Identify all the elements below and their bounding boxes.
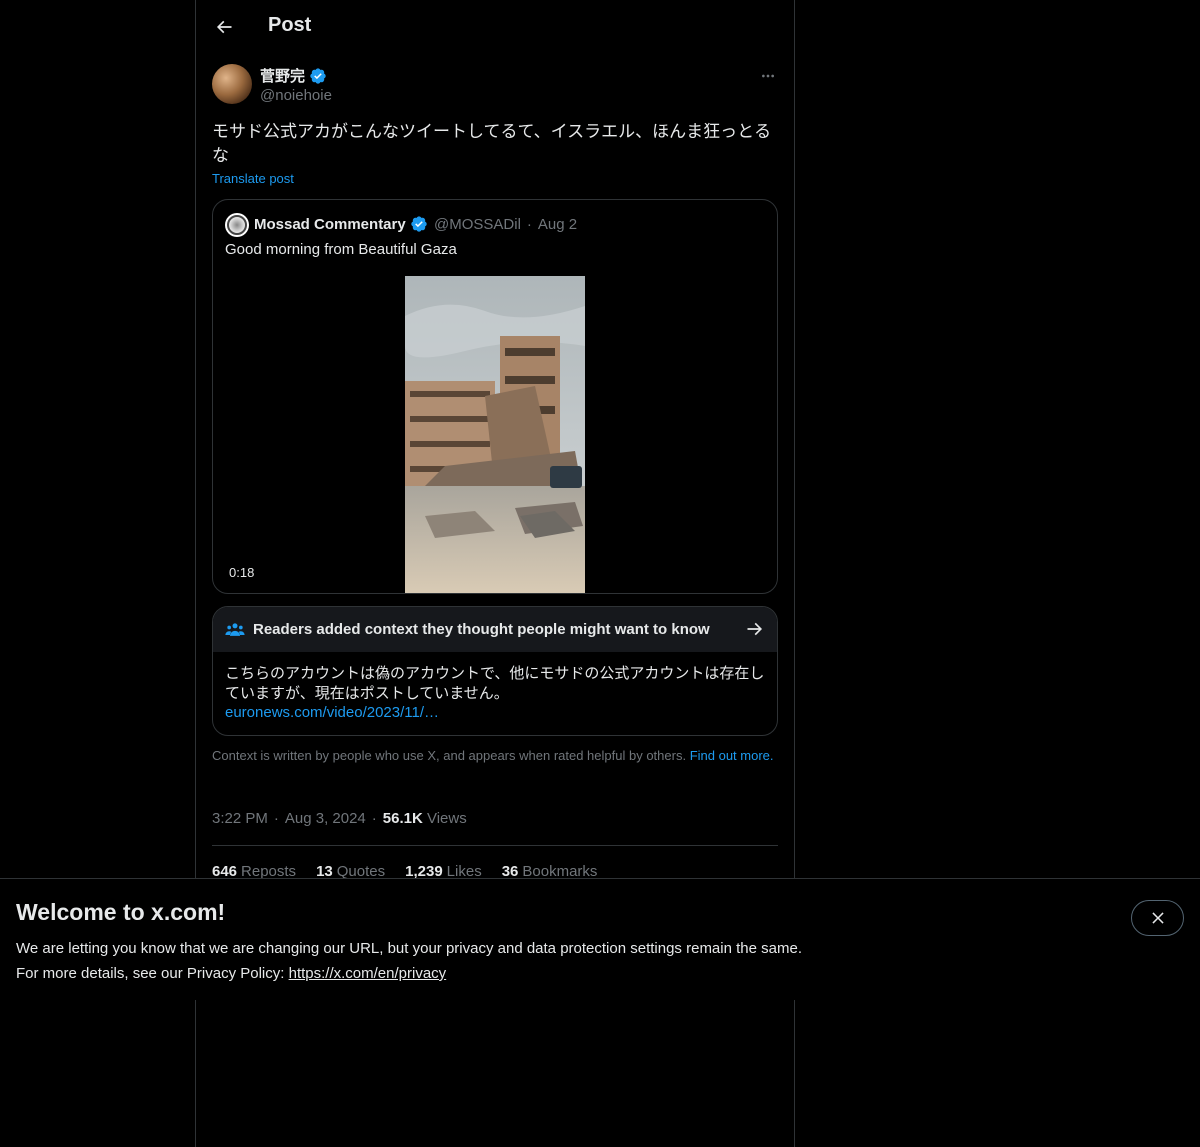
page-title: Post <box>268 14 312 36</box>
community-note-title: Readers added context they thought peopl… <box>253 621 710 638</box>
close-banner-button[interactable] <box>1131 900 1184 936</box>
verified-badge-icon <box>310 67 326 84</box>
quoted-author-handle: @MOSSADil <box>434 216 521 233</box>
welcome-banner: Welcome to x.com! We are letting you kno… <box>0 878 1200 1000</box>
community-note-footer-text: Context is written by people who use X, … <box>212 748 687 763</box>
banner-line-2: For more details, see our Privacy Policy… <box>16 961 802 986</box>
author-handle[interactable]: @noiehoie <box>260 87 332 104</box>
post-date[interactable]: Aug 3, 2024 <box>285 810 366 827</box>
back-button[interactable] <box>208 11 240 43</box>
community-note-footer: Context is written by people who use X, … <box>212 748 778 764</box>
views-count: 56.1K <box>382 810 423 827</box>
verified-badge-icon <box>411 216 427 232</box>
post-time[interactable]: 3:22 PM <box>212 810 268 827</box>
author-name-row[interactable]: 菅野完 <box>260 65 327 86</box>
more-horizontal-icon <box>762 74 774 78</box>
community-note-header[interactable]: Readers added context they thought peopl… <box>213 607 777 652</box>
community-note-link[interactable]: euronews.com/video/2023/11/… <box>225 704 439 721</box>
author-avatar[interactable] <box>212 64 252 104</box>
author-name: 菅野完 <box>260 68 306 85</box>
video-thumbnail <box>405 276 585 593</box>
separator-dot: · <box>371 810 377 827</box>
views-label: Views <box>426 810 467 827</box>
quoted-author-name-row[interactable]: Mossad Commentary <box>254 215 428 233</box>
banner-line-1: We are letting you know that we are chan… <box>16 940 802 957</box>
post-meta: 3:22 PM · Aug 3, 2024 · 56.1K Views <box>212 810 467 827</box>
separator-dot: · <box>526 216 532 233</box>
close-icon <box>1151 912 1164 924</box>
post-header: Post <box>196 0 796 54</box>
community-note-body: こちらのアカウントは偽のアカウントで、他にモサドの公式アカウントは存在しています… <box>225 664 765 702</box>
privacy-policy-link[interactable]: https://x.com/en/privacy <box>289 965 447 982</box>
translate-post-link[interactable]: Translate post <box>212 171 294 186</box>
quoted-author-name: Mossad Commentary <box>254 215 406 233</box>
community-note: Readers added context they thought peopl… <box>212 606 778 736</box>
quoted-meta: @MOSSADil · Aug 2 <box>434 216 577 233</box>
divider <box>212 845 778 846</box>
video-duration: 0:18 <box>229 565 255 580</box>
people-icon <box>225 623 245 636</box>
quoted-video[interactable] <box>405 276 585 593</box>
quoted-date[interactable]: Aug 2 <box>538 216 577 233</box>
arrow-right-icon <box>747 622 763 636</box>
more-options-button[interactable] <box>756 66 780 86</box>
arrow-left-icon <box>216 20 232 34</box>
banner-text: We are letting you know that we are chan… <box>16 936 802 986</box>
quoted-author-avatar[interactable] <box>225 213 249 237</box>
banner-line-2-prefix: For more details, see our Privacy Policy… <box>16 965 285 982</box>
quoted-text: Good morning from Beautiful Gaza <box>225 241 457 258</box>
find-out-more-link[interactable]: Find out more. <box>690 748 774 763</box>
quoted-post[interactable]: Mossad Commentary @MOSSADil · Aug 2 Good… <box>212 199 778 594</box>
separator-dot: · <box>273 810 279 827</box>
banner-title: Welcome to x.com! <box>16 899 226 925</box>
post-text: モサド公式アカがこんなツイートしてるて、イスラエル、ほんま狂っとるな <box>212 122 772 166</box>
